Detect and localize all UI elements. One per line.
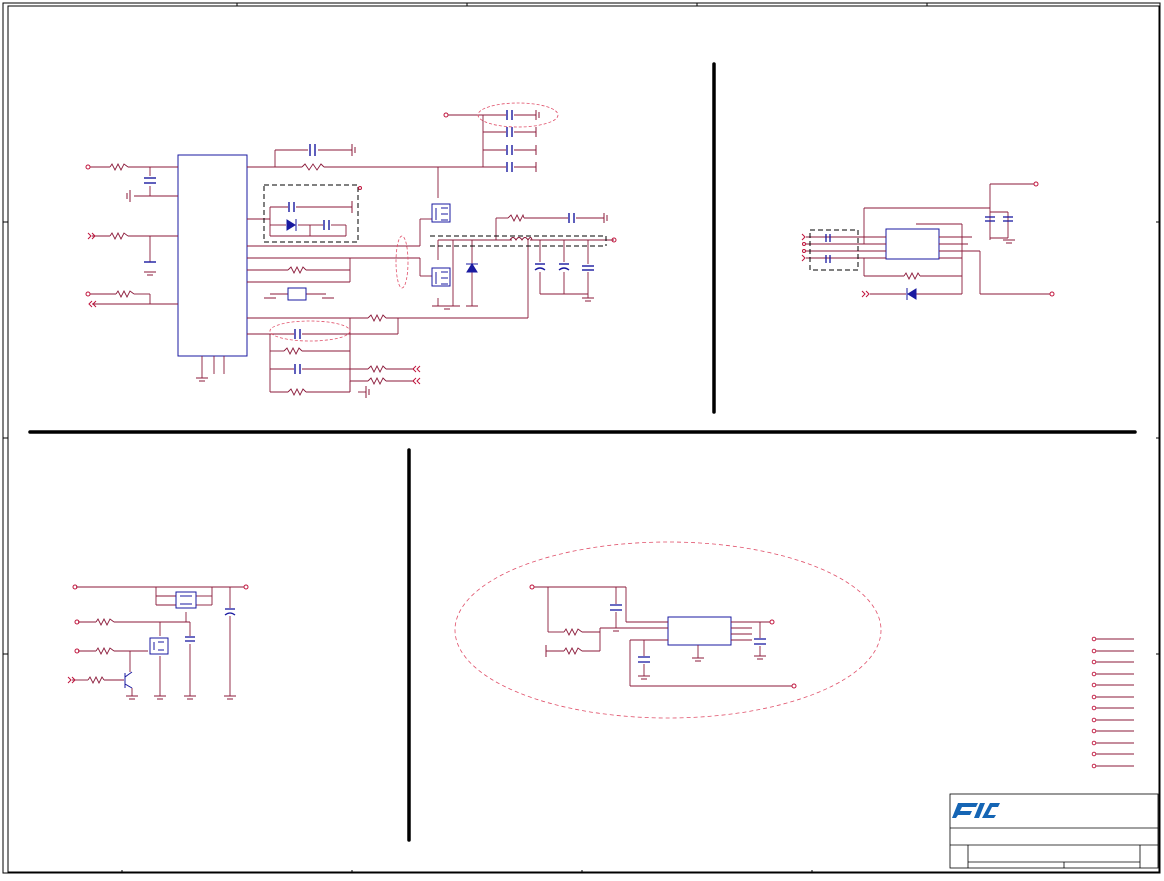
ldo-section (801, 181, 1055, 300)
schematic-sheet (0, 0, 1164, 876)
transistor-icon[interactable] (124, 671, 133, 689)
inductor-icon[interactable] (509, 237, 533, 241)
highlight-ellipses (269, 102, 559, 342)
mosfet-icon[interactable] (149, 591, 197, 655)
logo-mark (952, 803, 1000, 818)
ground-icon (545, 627, 766, 680)
annotation-box (809, 229, 859, 271)
power-switch-section (67, 584, 249, 700)
section-dividers (28, 62, 1137, 842)
buck-converter-section (85, 102, 617, 398)
offpage-connector-icon[interactable] (801, 181, 1055, 298)
ground-icon (126, 110, 608, 398)
ground-icon (126, 695, 236, 700)
regulator-section (454, 541, 882, 719)
jumper-component[interactable] (287, 287, 307, 301)
mosfet-icon[interactable] (431, 203, 451, 287)
ldo-ic[interactable] (885, 228, 940, 260)
net-port-list[interactable] (1091, 636, 1134, 769)
ground-icon (1003, 239, 1015, 244)
resistor-icon[interactable] (109, 162, 525, 397)
controller-ic[interactable] (177, 154, 248, 357)
sheet-frame (2, 2, 1161, 874)
offpage-connector-icon[interactable] (67, 584, 249, 684)
capacitor-icon[interactable] (185, 608, 236, 642)
schematic-canvas (2, 2, 1161, 874)
offpage-connector-icon[interactable] (529, 584, 797, 689)
annotation-boxes (263, 184, 607, 247)
diode-icon[interactable] (906, 288, 917, 300)
buck-wires (90, 114, 614, 393)
capacitor-icon[interactable] (610, 604, 766, 663)
regulator-ic[interactable] (667, 616, 732, 646)
